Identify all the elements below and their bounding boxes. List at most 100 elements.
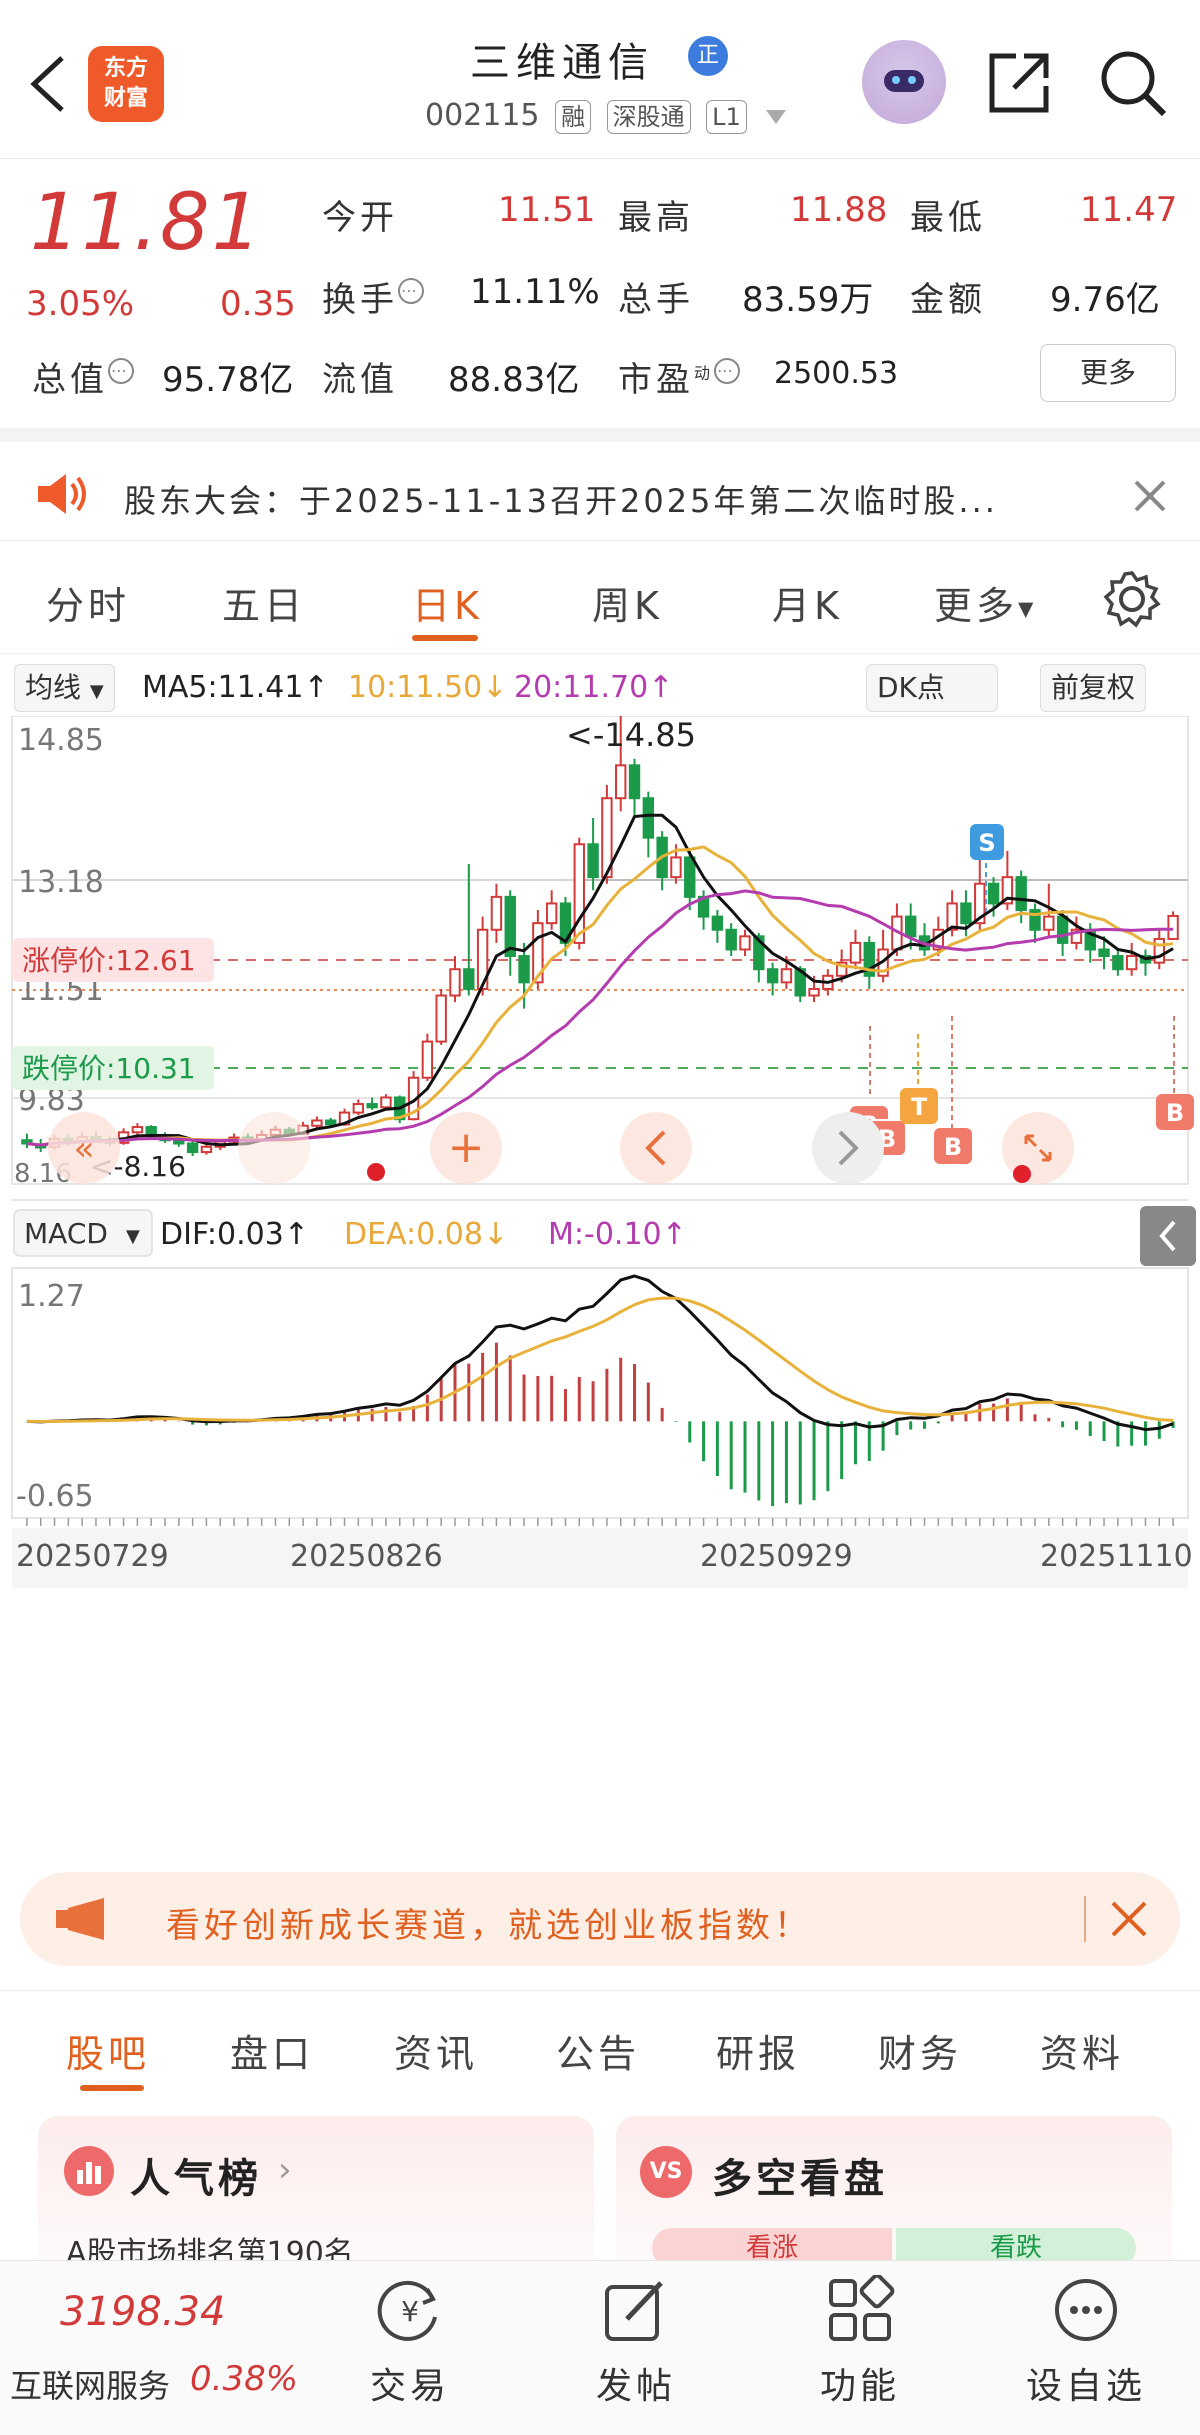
info-icon[interactable]: ⋯ — [398, 278, 424, 304]
pe-value: 2500.53 — [774, 356, 899, 391]
sell-marker-s-label: S — [978, 829, 995, 857]
ai-assistant-avatar[interactable] — [862, 40, 946, 124]
axis-label-top: 14.85 — [18, 723, 104, 758]
sector-name: 互联网服务 — [10, 2367, 171, 2405]
post-label: 发帖 — [595, 2366, 676, 2407]
tab-finance[interactable]: 财务 — [878, 2023, 962, 2078]
candle-body — [766, 968, 779, 984]
tab-minute[interactable]: 分时 — [46, 575, 130, 630]
candle-body — [987, 882, 1000, 905]
event-dot[interactable] — [367, 1163, 385, 1181]
bottom-navigation-bar: 3198.34 互联网服务 0.38% ¥ 交易 发帖 功能 设自选 — [0, 2260, 1200, 2435]
candle-body — [1098, 948, 1110, 958]
quote-panel: 11.81 3.05% 0.35 今开 11.51 最高 11.88 最低 11… — [0, 160, 1200, 428]
settings-gear-icon[interactable] — [1102, 569, 1162, 629]
candle-body — [380, 1096, 392, 1109]
ranking-icon — [64, 2146, 114, 2196]
macd-axis-bottom: -0.65 — [16, 1479, 94, 1514]
candle-body — [739, 935, 751, 951]
period-tabs: 分时 五日 日K 周K 月K 更多▼ — [0, 540, 1200, 654]
ma-indicator-select[interactable]: 均线 ▼ — [14, 664, 115, 712]
more-quote-button[interactable]: 更多 — [1040, 344, 1176, 402]
candle-body — [780, 968, 793, 984]
candle-body — [1167, 914, 1179, 940]
event-dot[interactable] — [1013, 1165, 1031, 1183]
popularity-title: 人气榜 — [130, 2156, 262, 2202]
market-cap-label[interactable]: 总值 ⋯ — [32, 352, 134, 401]
search-icon[interactable] — [1098, 48, 1168, 118]
kline-svg[interactable]: 14.85 13.18 11.51 9.83 8.16 涨停价:12.61 跌停… — [0, 716, 1200, 1852]
change-amount: 0.35 — [220, 284, 296, 324]
candle-body — [960, 902, 972, 925]
fullscreen-button[interactable] — [1002, 1112, 1074, 1184]
zoom-out-button[interactable] — [238, 1112, 310, 1184]
functions-nav-item[interactable]: 功能 — [780, 2273, 940, 2409]
side-panel-toggle[interactable] — [1140, 1206, 1196, 1266]
sector-change: 0.38% — [190, 2359, 299, 2399]
amount-label: 金额 — [910, 280, 986, 320]
dea-line — [26, 1296, 1174, 1424]
tab-more-periods[interactable]: 更多▼ — [934, 575, 1037, 630]
more-circle-icon — [1055, 2279, 1117, 2341]
tab-profile[interactable]: 资料 — [1040, 2023, 1124, 2078]
candle-body — [1015, 876, 1027, 912]
vs-badge: VS — [640, 2146, 692, 2198]
tab-news[interactable]: 资讯 — [394, 2023, 478, 2078]
macd-axis-top: 1.27 — [18, 1279, 85, 1314]
double-chevron-left-icon: « — [74, 1129, 95, 1169]
back-arrow-icon[interactable] — [24, 52, 68, 116]
candle-body — [421, 1040, 434, 1079]
post-nav-item[interactable]: 发帖 — [556, 2275, 716, 2409]
trade-nav-item[interactable]: ¥ 交易 — [330, 2275, 490, 2409]
close-icon[interactable] — [1110, 1900, 1148, 1938]
tab-daily-k[interactable]: 日K — [412, 575, 483, 630]
promo-banner[interactable]: 看好创新成长赛道，就选创业板指数！ — [20, 1872, 1180, 1966]
scroll-left-button[interactable] — [620, 1112, 692, 1184]
adjust-price-button[interactable]: 前复权 — [1040, 664, 1147, 712]
sector-index-value[interactable]: 3198.34 — [60, 2289, 225, 2335]
amount-value: 9.76亿 — [1050, 280, 1160, 320]
candle-body — [518, 955, 530, 984]
watchlist-nav-item[interactable]: 设自选 — [1006, 2275, 1166, 2409]
candle-body — [325, 1119, 337, 1126]
date-label-4: 20251110 — [1040, 1539, 1193, 1574]
macd-dea-value: DEA:0.08↓ — [344, 1217, 508, 1252]
candle-body — [670, 856, 682, 879]
watchlist-label: 设自选 — [1025, 2366, 1146, 2407]
ma10-line — [26, 845, 1174, 1147]
candle-body — [1043, 915, 1055, 931]
candle-body — [849, 941, 862, 964]
app-logo: 东方 财富 — [88, 46, 164, 122]
tab-pankou[interactable]: 盘口 — [230, 2023, 314, 2078]
pe-label[interactable]: 市盈动 ⋯ — [618, 352, 741, 401]
plus-icon: + — [448, 1122, 485, 1173]
stock-code-line[interactable]: 002115 融 深股通 L1 — [425, 98, 787, 134]
tab-research[interactable]: 研报 — [716, 2023, 800, 2078]
notice-bar[interactable]: 股东大会：于2025-11-13召开2025年第二次临时股... — [0, 428, 1200, 540]
candle-body — [642, 797, 655, 839]
tab-weekly-k[interactable]: 周K — [592, 575, 663, 630]
candle-body — [490, 895, 503, 931]
limit-down-label: 跌停价:10.31 — [22, 1052, 196, 1085]
info-icon[interactable]: ⋯ — [714, 358, 741, 384]
trade-yen-icon: ¥ — [377, 2280, 437, 2341]
candle-body — [463, 968, 475, 990]
date-ticks — [26, 1518, 1174, 1526]
share-icon[interactable] — [986, 50, 1052, 116]
candle-body — [145, 1126, 157, 1136]
tab-announcements[interactable]: 公告 — [556, 2023, 640, 2078]
dk-point-button[interactable]: DK点 — [866, 664, 998, 712]
info-icon[interactable]: ⋯ — [108, 358, 134, 384]
volume-label: 总手 — [618, 280, 694, 320]
tab-guba[interactable]: 股吧 — [66, 2023, 150, 2078]
scroll-right-button[interactable] — [812, 1112, 884, 1184]
market-cap-value: 95.78亿 — [162, 360, 294, 400]
tab-monthly-k[interactable]: 月K — [772, 575, 843, 630]
kline-chart-area[interactable]: 均线 ▼ MA5:11.41↑ 10:11.50↓ 20:11.70↑ DK点 … — [0, 652, 1200, 1852]
edit-post-icon — [605, 2281, 663, 2341]
axis-label-upper: 13.18 — [18, 865, 104, 900]
ma20-line — [26, 889, 1174, 1147]
turnover-label[interactable]: 换手 ⋯ — [322, 272, 424, 321]
close-icon[interactable] — [1132, 478, 1168, 514]
tab-five-day[interactable]: 五日 — [222, 575, 306, 630]
